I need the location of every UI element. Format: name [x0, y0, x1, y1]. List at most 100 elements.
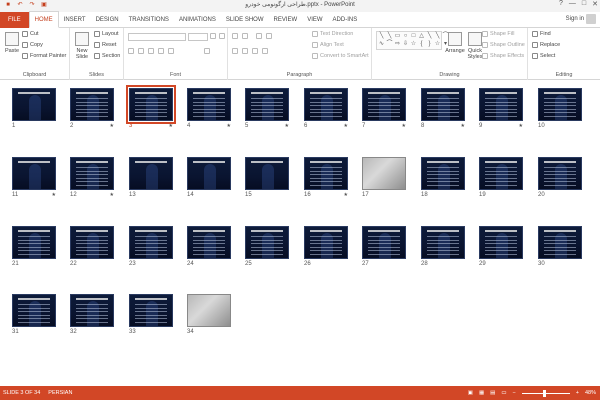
transition-star-icon[interactable]: ★ [344, 123, 348, 129]
slide-thumbnail[interactable]: 9 ★ [479, 88, 523, 129]
tab-add-ins[interactable]: ADD-INS [328, 12, 363, 28]
transition-star-icon[interactable]: ★ [519, 123, 523, 129]
shape-fill-button[interactable]: Shape Fill [482, 31, 514, 37]
transition-star-icon[interactable]: ★ [344, 192, 348, 198]
slide-sorter-view-icon[interactable]: ▦ [479, 390, 484, 396]
paste-button[interactable]: Paste [3, 32, 21, 54]
slide-thumbnail[interactable]: 8 ★ [421, 88, 465, 129]
tab-design[interactable]: DESIGN [91, 12, 124, 28]
bullets-button[interactable] [232, 33, 238, 39]
slide-thumbnail[interactable]: 16 ★ [304, 157, 348, 198]
font-name-dropdown[interactable] [128, 33, 186, 41]
arrange-button[interactable]: Arrange [444, 32, 466, 54]
decrease-indent-button[interactable] [256, 33, 262, 39]
align-left-button[interactable] [232, 48, 238, 54]
zoom-slider[interactable] [521, 389, 570, 397]
slide-thumbnail[interactable]: 5 ★ [245, 88, 289, 129]
slide-thumbnail[interactable]: 24 [187, 226, 231, 267]
star-shape-icon[interactable]: ☆ [410, 41, 417, 48]
slide-thumbnail[interactable]: 6 ★ [304, 88, 348, 129]
new-slide-button[interactable]: New Slide [72, 32, 92, 60]
section-button[interactable]: Section [94, 53, 120, 59]
slide-thumbnail[interactable]: 23 [129, 226, 173, 267]
slide-thumbnail[interactable]: 34 [187, 294, 231, 335]
normal-view-icon[interactable]: ▣ [468, 390, 473, 396]
slideshow-view-icon[interactable]: ▭ [501, 390, 506, 396]
slide-thumbnail[interactable]: 18 [421, 157, 465, 198]
arrow-shape-icon[interactable]: ⇩ [402, 41, 409, 48]
underline-button[interactable] [148, 48, 154, 54]
grow-font-button[interactable] [210, 33, 216, 39]
transition-star-icon[interactable]: ★ [285, 123, 289, 129]
zoom-in-button[interactable]: + [576, 390, 579, 396]
slide-thumbnail[interactable]: 33 [129, 294, 173, 335]
rectangle-shape-icon[interactable]: □ [410, 33, 417, 40]
rectangle-shape-icon[interactable]: ▭ [394, 33, 401, 40]
maximize-button[interactable]: □ [582, 0, 586, 8]
shadow-button[interactable] [158, 48, 164, 54]
slide-thumbnail[interactable]: 15 [245, 157, 289, 198]
slide-thumbnail[interactable]: 28 [421, 226, 465, 267]
transition-star-icon[interactable]: ★ [227, 123, 231, 129]
line-shape-icon[interactable]: ╲ [378, 33, 385, 40]
line-shape-icon[interactable]: ╲ [386, 33, 393, 40]
curve-shape-icon[interactable]: ∿ [378, 41, 385, 48]
shape-effects-button[interactable]: Shape Effects [482, 53, 524, 59]
format-painter-button[interactable]: Format Painter [22, 53, 66, 59]
zoom-out-button[interactable]: − [513, 390, 516, 396]
slide-thumbnail[interactable]: 25 [245, 226, 289, 267]
curve-shape-icon[interactable]: ⌒ [386, 41, 393, 48]
zoom-level[interactable]: 48% [585, 390, 596, 396]
slide-thumbnail[interactable]: 32 [70, 294, 114, 335]
close-button[interactable]: ✕ [592, 0, 598, 8]
shapes-gallery[interactable]: ╲ ╲ ▭ ○ □ △ ╲ ╲ ⌒ ∿ ⌒ ⇨ ⇩ ☆ { } ☆ ▾ [376, 31, 449, 50]
language-indicator[interactable]: PERSIAN [48, 390, 72, 396]
font-color-button[interactable] [204, 48, 210, 54]
transition-star-icon[interactable]: ★ [110, 123, 114, 129]
slide-thumbnail[interactable]: 30 [538, 226, 582, 267]
slide-sorter[interactable]: 1 2 ★ 3 ★ 4 ★ 5 ★ 6 ★ 7 ★ 8 ★ 9 ★ 10 11 ★ 12 ★ 13 14 15 16 ★ 17 18 19… [0, 80, 600, 386]
align-text-button[interactable]: Align Text [312, 42, 344, 48]
minimize-button[interactable]: — [569, 0, 576, 8]
italic-button[interactable] [138, 48, 144, 54]
reading-view-icon[interactable]: ▤ [490, 390, 495, 396]
transition-star-icon[interactable]: ★ [52, 192, 56, 198]
slide-thumbnail[interactable]: 19 [479, 157, 523, 198]
text-direction-button[interactable]: Text Direction [312, 31, 353, 37]
transition-star-icon[interactable]: ★ [402, 123, 406, 129]
line-shape-icon[interactable]: ╲ [426, 33, 433, 40]
increase-indent-button[interactable] [266, 33, 272, 39]
zoom-slider-thumb[interactable] [543, 389, 547, 397]
slide-thumbnail[interactable]: 2 ★ [70, 88, 114, 129]
slide-thumbnail[interactable]: 10 [538, 88, 582, 129]
slide-thumbnail[interactable]: 29 [479, 226, 523, 267]
slide-thumbnail[interactable]: 3 ★ [126, 85, 176, 129]
slide-thumbnail[interactable]: 13 [129, 157, 173, 198]
help-button[interactable]: ? [559, 0, 563, 8]
slide-thumbnail[interactable]: 22 [70, 226, 114, 267]
slide-thumbnail[interactable]: 14 [187, 157, 231, 198]
convert-smartart-button[interactable]: Convert to SmartArt [312, 53, 369, 59]
tab-review[interactable]: REVIEW [269, 12, 303, 28]
slide-thumbnail[interactable]: 12 ★ [70, 157, 114, 198]
reset-button[interactable]: Reset [94, 42, 116, 48]
slide-thumbnail[interactable]: 31 [12, 294, 56, 335]
cut-button[interactable]: Cut [22, 31, 39, 37]
strikethrough-button[interactable] [168, 48, 174, 54]
tab-slide-show[interactable]: SLIDE SHOW [221, 12, 269, 28]
transition-star-icon[interactable]: ★ [461, 123, 465, 129]
user-avatar-icon[interactable] [586, 14, 596, 24]
tab-animations[interactable]: ANIMATIONS [174, 12, 221, 28]
align-right-button[interactable] [252, 48, 258, 54]
slide-thumbnail[interactable]: 11 ★ [12, 157, 56, 198]
layout-button[interactable]: Layout [94, 31, 119, 37]
slide-thumbnail[interactable]: 1 [12, 88, 56, 129]
tab-home[interactable]: HOME [28, 11, 59, 28]
transition-star-icon[interactable]: ★ [110, 192, 114, 198]
slide-thumbnail[interactable]: 21 [12, 226, 56, 267]
slide-thumbnail[interactable]: 17 [362, 157, 406, 198]
slide-thumbnail[interactable]: 27 [362, 226, 406, 267]
tab-insert[interactable]: INSERT [59, 12, 91, 28]
line-shape-icon[interactable]: ╲ [434, 33, 441, 40]
tab-file[interactable]: FILE [0, 11, 29, 28]
